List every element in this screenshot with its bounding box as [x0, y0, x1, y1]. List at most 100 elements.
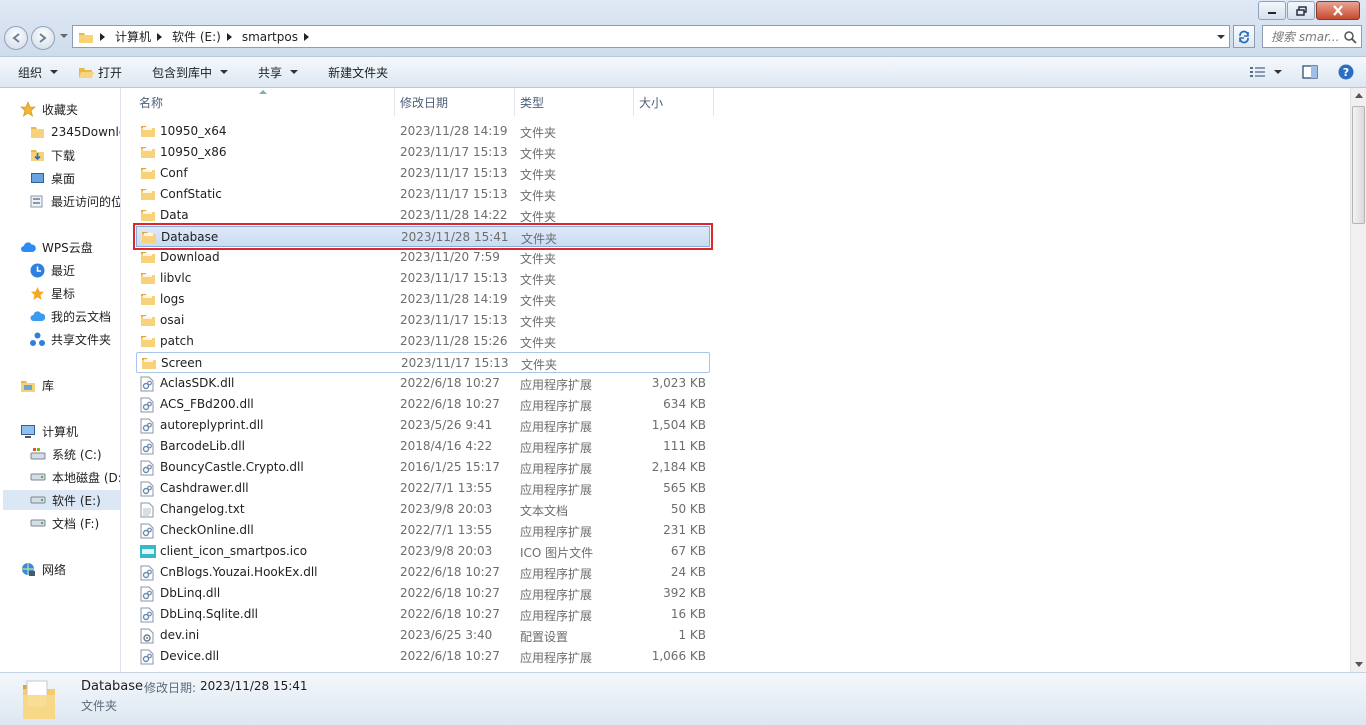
- file-row[interactable]: DbLinq.Sqlite.dll 2022/6/18 10:27 应用程序扩展 16…: [136, 604, 710, 625]
- sidebar-item-drive-d[interactable]: 本地磁盘 (D:): [30, 467, 120, 487]
- breadcrumb-separator[interactable]: [303, 32, 309, 41]
- scroll-up-arrow-icon[interactable]: [1355, 93, 1363, 98]
- folder-row[interactable]: Download 2023/11/20 7:59 文件夹: [136, 247, 710, 268]
- file-row[interactable]: CheckOnline.dll 2022/7/1 13:55 应用程序扩展 231 K…: [136, 520, 710, 541]
- folder-row[interactable]: osai 2023/11/17 15:13 文件夹: [136, 310, 710, 331]
- breadcrumb-separator[interactable]: [157, 32, 163, 41]
- share-menu[interactable]: 共享: [248, 57, 308, 87]
- restore-icon: [1295, 5, 1307, 16]
- file-name: BouncyCastle.Crypto.dll: [160, 460, 304, 474]
- sidebar-item-2345downloads[interactable]: 2345Downloads: [30, 122, 120, 142]
- file-type: 文件夹: [520, 336, 557, 350]
- minimize-button[interactable]: [1258, 1, 1286, 20]
- folder-row[interactable]: ConfStatic 2023/11/17 15:13 文件夹: [136, 184, 710, 205]
- folder-icon: [142, 358, 156, 369]
- sidebar-item-recent[interactable]: 最近: [30, 260, 75, 280]
- file-icon-wrapper: [140, 166, 156, 183]
- file-icon-wrapper: [140, 460, 154, 479]
- file-row[interactable]: CnBlogs.Youzai.HookEx.dll 2022/6/18 10:27…: [136, 562, 710, 583]
- file-name: ACS_FBd200.dll: [160, 397, 254, 411]
- address-bar[interactable]: 计算机 软件 (E:) smartpos: [72, 25, 1230, 48]
- file-row[interactable]: BarcodeLib.dll 2018/4/16 4:22 应用程序扩展 111 KB: [136, 436, 710, 457]
- column-header-size[interactable]: 大小: [634, 88, 714, 116]
- title-bar: 计算机 软件 (E:) smartpos 搜索 smar...: [0, 0, 1366, 57]
- file-name: autoreplyprint.dll: [160, 418, 264, 432]
- breadcrumb-computer[interactable]: 计算机: [110, 26, 167, 47]
- folder-row[interactable]: libvlc 2023/11/17 15:13 文件夹: [136, 268, 710, 289]
- file-row[interactable]: Cashdrawer.dll 2022/7/1 13:55 应用程序扩展 565 KB: [136, 478, 710, 499]
- breadcrumb-separator[interactable]: [226, 32, 232, 41]
- folder-row[interactable]: Database 2023/11/28 15:41 文件夹: [133, 223, 713, 250]
- breadcrumb-separator[interactable]: [100, 32, 105, 41]
- folder-row[interactable]: Data 2023/11/28 14:22 文件夹: [136, 205, 710, 226]
- sidebar-item-starred[interactable]: 星标: [30, 283, 75, 303]
- new-folder-button[interactable]: 新建文件夹: [318, 57, 398, 87]
- recent-pages-dropdown[interactable]: [60, 34, 68, 38]
- sidebar-libraries[interactable]: 库: [20, 375, 54, 395]
- breadcrumb-smartpos[interactable]: smartpos: [237, 26, 314, 47]
- file-type: 应用程序扩展: [520, 567, 593, 581]
- details-view-icon: [1250, 67, 1265, 77]
- file-date: 2023/11/28 15:26: [400, 334, 508, 348]
- sidebar-network[interactable]: 网络: [20, 559, 66, 579]
- folder-icon: [141, 252, 155, 263]
- search-input[interactable]: 搜索 smar...: [1262, 25, 1362, 48]
- open-button[interactable]: 打开: [68, 57, 132, 87]
- sidebar-label: 软件 (E:): [52, 493, 101, 508]
- change-view-button[interactable]: [1240, 57, 1292, 87]
- sidebar-item-recent-places[interactable]: 最近访问的位置: [30, 191, 120, 211]
- sidebar-favorites[interactable]: 收藏夹: [20, 99, 78, 119]
- scroll-down-arrow-icon[interactable]: [1355, 662, 1363, 667]
- file-row[interactable]: dev.ini 2023/6/25 3:40 配置设置 1 KB: [136, 625, 710, 646]
- folder-row[interactable]: Conf 2023/11/17 15:13 文件夹: [136, 163, 710, 184]
- file-row[interactable]: DbLinq.dll 2022/6/18 10:27 应用程序扩展 392 KB: [136, 583, 710, 604]
- column-header-type[interactable]: 类型: [515, 88, 634, 116]
- folder-icon: [141, 336, 155, 347]
- sidebar-item-downloads[interactable]: 下载: [30, 145, 75, 165]
- sidebar-label: 计算机: [42, 424, 79, 439]
- dll-file-icon: [140, 397, 154, 413]
- sidebar-wps-cloud[interactable]: WPS云盘: [20, 237, 93, 257]
- file-row[interactable]: Changelog.txt 2023/9/8 20:03 文本文档 50 KB: [136, 499, 710, 520]
- forward-button[interactable]: [31, 26, 55, 50]
- file-type: 应用程序扩展: [520, 525, 593, 539]
- file-row[interactable]: autoreplyprint.dll 2023/5/26 9:41 应用程序扩展 1,…: [136, 415, 710, 436]
- folder-row[interactable]: Screen 2023/11/17 15:13 文件夹: [136, 352, 710, 373]
- folder-row[interactable]: patch 2023/11/28 15:26 文件夹: [136, 331, 710, 352]
- file-row[interactable]: client_icon_smartpos.ico 2023/9/8 20:03 IC…: [136, 541, 710, 562]
- preview-pane-button[interactable]: [1292, 57, 1328, 87]
- open-label: 打开: [98, 65, 123, 80]
- refresh-button[interactable]: [1233, 25, 1255, 48]
- back-button[interactable]: [4, 26, 28, 50]
- column-header-date[interactable]: 修改日期: [395, 88, 515, 116]
- maximize-button[interactable]: [1287, 1, 1315, 20]
- organize-menu[interactable]: 组织: [8, 57, 68, 87]
- sidebar-item-shared-folders[interactable]: 共享文件夹: [30, 329, 111, 349]
- file-row[interactable]: Device.dll 2022/6/18 10:27 应用程序扩展 1,066 KB: [136, 646, 710, 667]
- file-date: 2023/9/8 20:03: [400, 544, 493, 558]
- breadcrumb-drive-e[interactable]: 软件 (E:): [167, 26, 237, 47]
- downloads-folder-icon: [31, 150, 44, 161]
- sidebar-item-drive-c[interactable]: 系统 (C:): [30, 444, 102, 464]
- file-row[interactable]: ACS_FBd200.dll 2022/6/18 10:27 应用程序扩展 634 K…: [136, 394, 710, 415]
- include-in-library-menu[interactable]: 包含到库中: [142, 57, 238, 87]
- sidebar-item-desktop[interactable]: 桌面: [30, 168, 75, 188]
- folder-icon: [79, 32, 93, 43]
- address-history-dropdown[interactable]: [1217, 35, 1225, 39]
- scrollbar-thumb[interactable]: [1352, 106, 1365, 224]
- file-row[interactable]: AclasSDK.dll 2022/6/18 10:27 应用程序扩展 3,023 K…: [136, 373, 710, 394]
- file-row[interactable]: BouncyCastle.Crypto.dll 2016/1/25 15:17 应用…: [136, 457, 710, 478]
- folder-row[interactable]: logs 2023/11/28 14:19 文件夹: [136, 289, 710, 310]
- folder-row[interactable]: 10950_x86 2023/11/17 15:13 文件夹: [136, 142, 710, 163]
- folder-row[interactable]: 10950_x64 2023/11/28 14:19 文件夹: [136, 121, 710, 142]
- sidebar-item-drive-e[interactable]: 软件 (E:): [3, 490, 120, 510]
- vertical-scrollbar[interactable]: [1350, 88, 1366, 672]
- sidebar-item-my-cloud-docs[interactable]: 我的云文档: [30, 306, 111, 326]
- sidebar-item-drive-f[interactable]: 文档 (F:): [30, 513, 99, 533]
- file-type: 应用程序扩展: [520, 441, 593, 455]
- close-button[interactable]: [1316, 1, 1360, 20]
- sidebar-computer[interactable]: 计算机: [20, 421, 78, 441]
- folder-icon: [23, 680, 55, 719]
- file-date: 2023/11/17 15:13: [400, 313, 508, 327]
- help-button[interactable]: ?: [1328, 57, 1366, 87]
